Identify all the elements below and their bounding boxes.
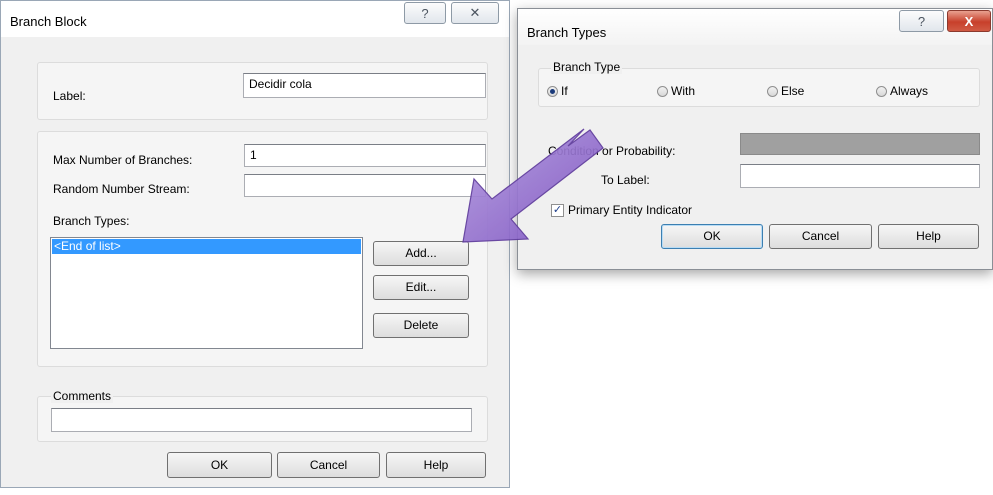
arrow-shape: [462, 128, 604, 243]
annotation-arrow-icon: [462, 128, 604, 243]
